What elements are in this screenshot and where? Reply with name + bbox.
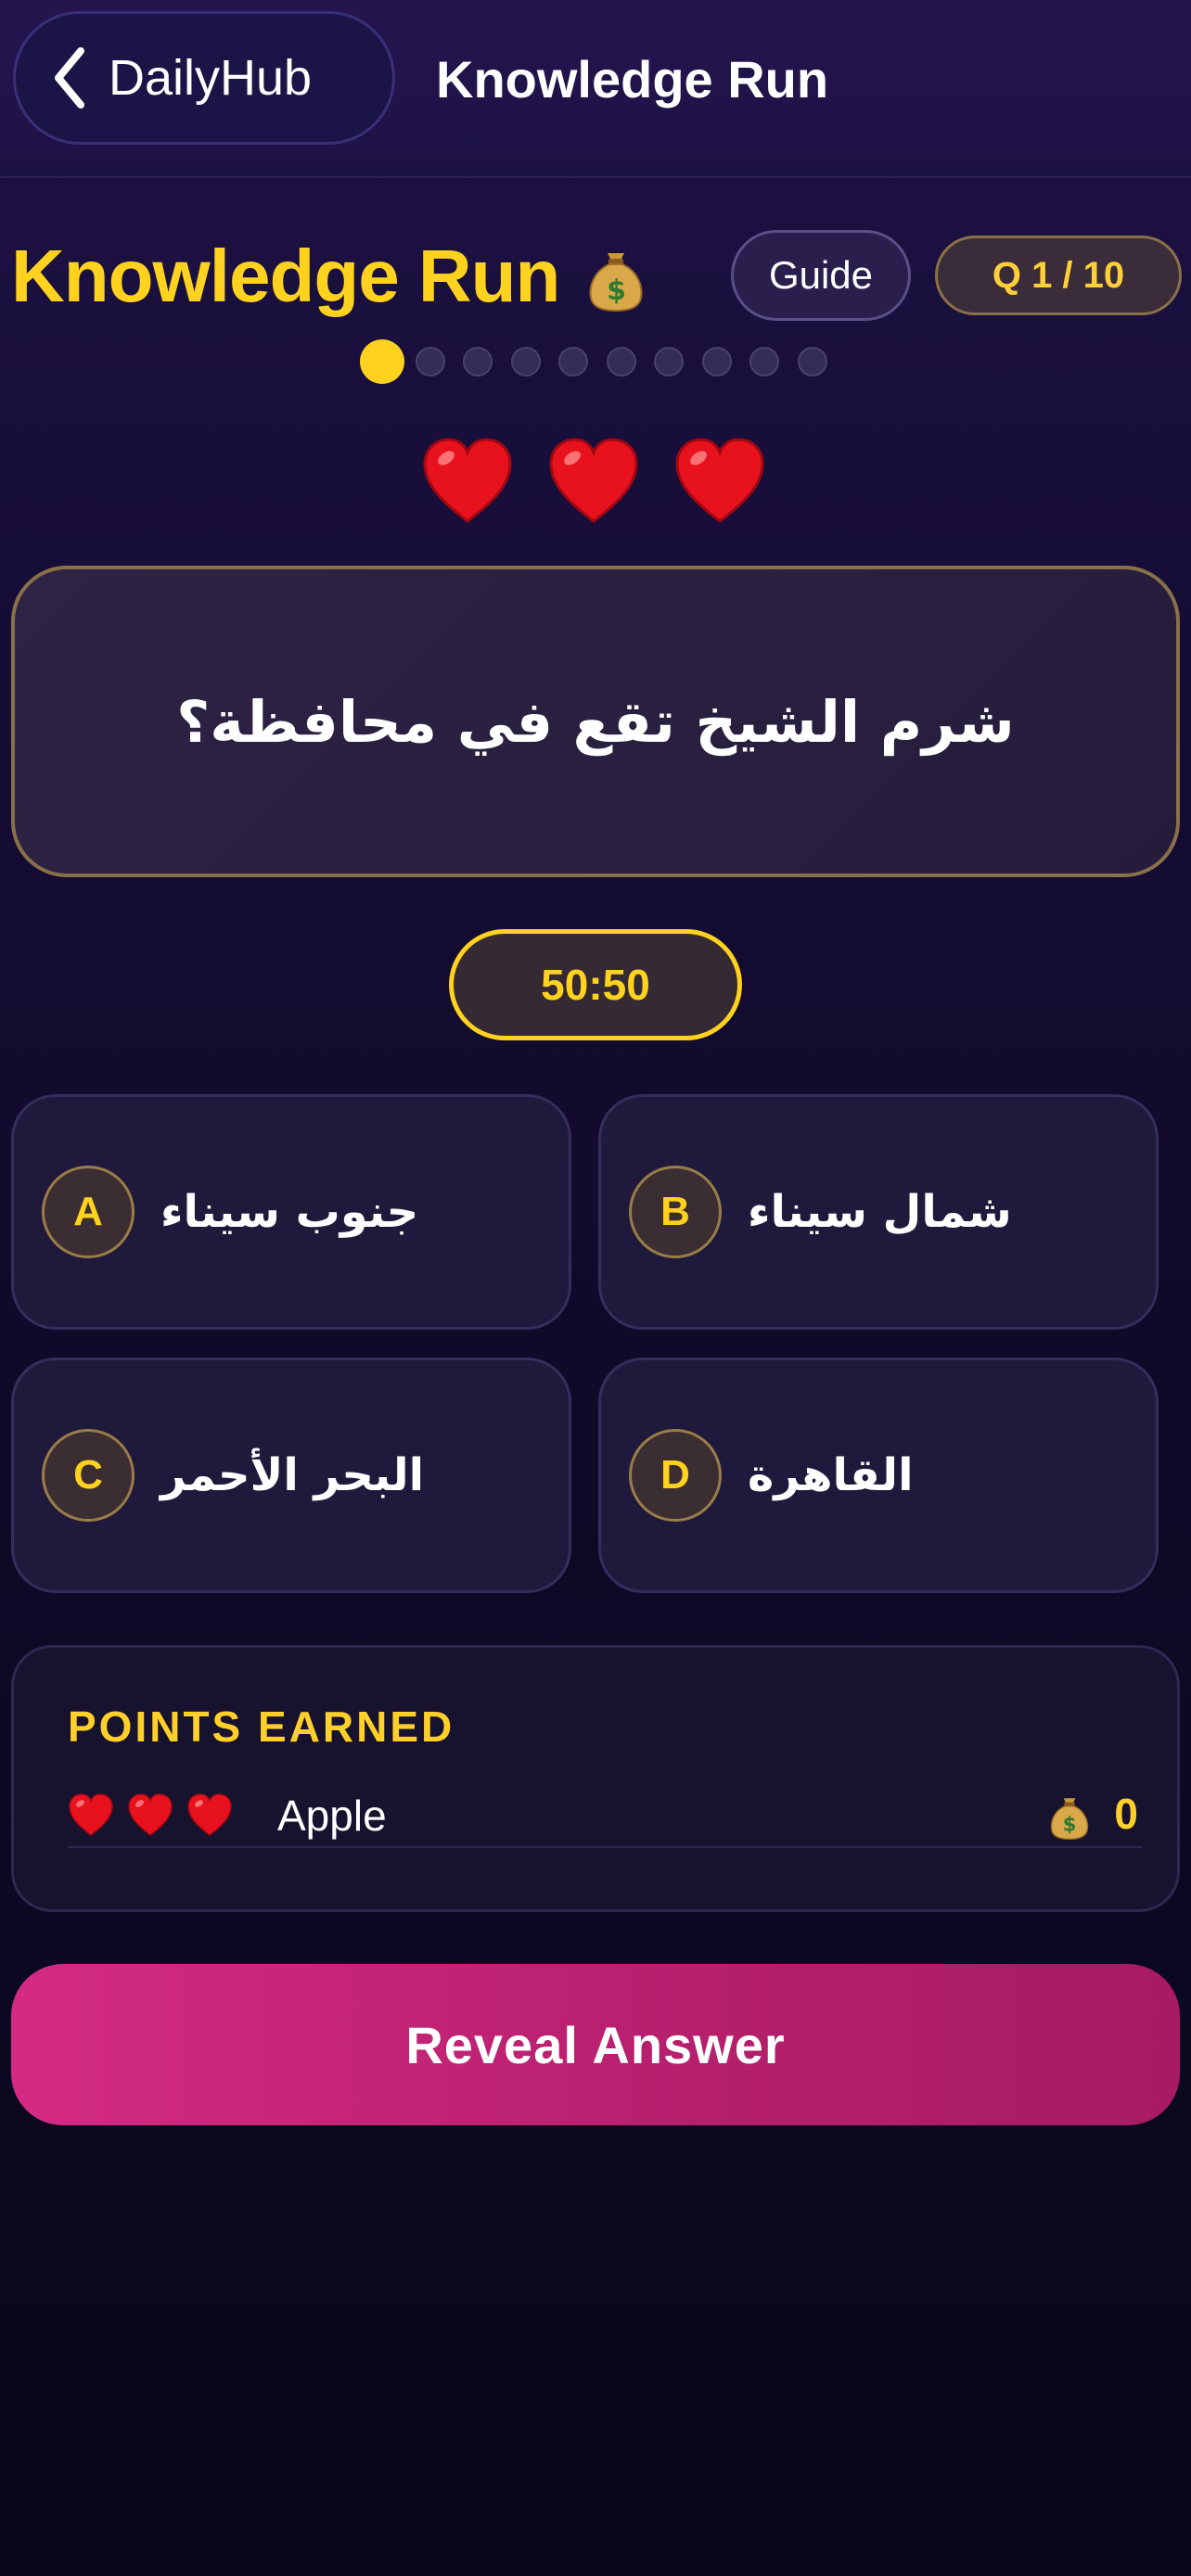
answer-text: شمال سيناء xyxy=(748,1186,1012,1238)
question-counter-badge: Q 1 / 10 xyxy=(935,236,1182,315)
player-name: Apple xyxy=(277,1792,387,1840)
nav-title: Knowledge Run xyxy=(436,49,829,108)
heart-icon xyxy=(127,1792,173,1839)
answer-option-b[interactable]: B شمال سيناء xyxy=(598,1094,1159,1330)
answer-text: جنوب سيناء xyxy=(160,1186,419,1238)
progress-dot xyxy=(654,347,684,376)
question-text: شرم الشيخ تقع في محافظة؟ xyxy=(176,687,1015,756)
progress-dot xyxy=(749,347,779,376)
fifty-fifty-button[interactable]: 50:50 xyxy=(449,929,742,1040)
guide-button[interactable]: Guide xyxy=(731,230,911,321)
answer-option-d[interactable]: D القاهرة xyxy=(598,1358,1159,1593)
progress-dot xyxy=(415,347,445,376)
game-title: Knowledge Run xyxy=(11,230,645,323)
chevron-left-icon xyxy=(55,47,84,108)
progress-dot xyxy=(510,347,541,376)
points-earned-panel: POINTS EARNED Apple 0 xyxy=(11,1645,1180,1912)
money-bag-icon xyxy=(587,240,645,312)
heart-icon xyxy=(673,436,766,529)
progress-dot xyxy=(558,347,588,376)
reveal-answer-button[interactable]: Reveal Answer xyxy=(11,1964,1180,2125)
question-progress-dots xyxy=(0,336,1191,388)
points-panel-title: POINTS EARNED xyxy=(68,1702,455,1751)
top-nav-bar: DailyHub Knowledge Run xyxy=(0,0,1191,178)
progress-dot xyxy=(701,347,732,376)
answer-letter-badge: C xyxy=(42,1429,134,1522)
back-button[interactable]: DailyHub xyxy=(13,11,395,145)
heart-icon xyxy=(421,436,514,529)
game-title-text: Knowledge Run xyxy=(11,235,560,317)
answer-option-a[interactable]: A جنوب سيناء xyxy=(11,1094,571,1330)
heart-icon xyxy=(547,436,640,529)
answer-letter-badge: B xyxy=(629,1166,722,1258)
answer-text: البحر الأحمر xyxy=(160,1449,425,1501)
answer-letter-badge: A xyxy=(42,1166,134,1258)
player-score-row: Apple 0 xyxy=(68,1787,1142,1848)
heart-icon xyxy=(186,1792,233,1839)
answer-letter-badge: D xyxy=(629,1429,722,1522)
heart-icon xyxy=(68,1792,114,1839)
question-card: شرم الشيخ تقع في محافظة؟ xyxy=(11,566,1180,877)
progress-dot xyxy=(463,347,493,376)
player-score: 0 xyxy=(1114,1790,1138,1838)
lives-hearts xyxy=(0,436,1191,538)
back-button-label: DailyHub xyxy=(109,50,313,106)
progress-dot-current xyxy=(360,339,404,384)
progress-dot xyxy=(797,347,827,376)
answer-option-c[interactable]: C البحر الأحمر xyxy=(11,1358,571,1593)
money-bag-icon xyxy=(1049,1789,1090,1841)
progress-dot xyxy=(606,347,636,376)
answer-text: القاهرة xyxy=(748,1449,914,1501)
